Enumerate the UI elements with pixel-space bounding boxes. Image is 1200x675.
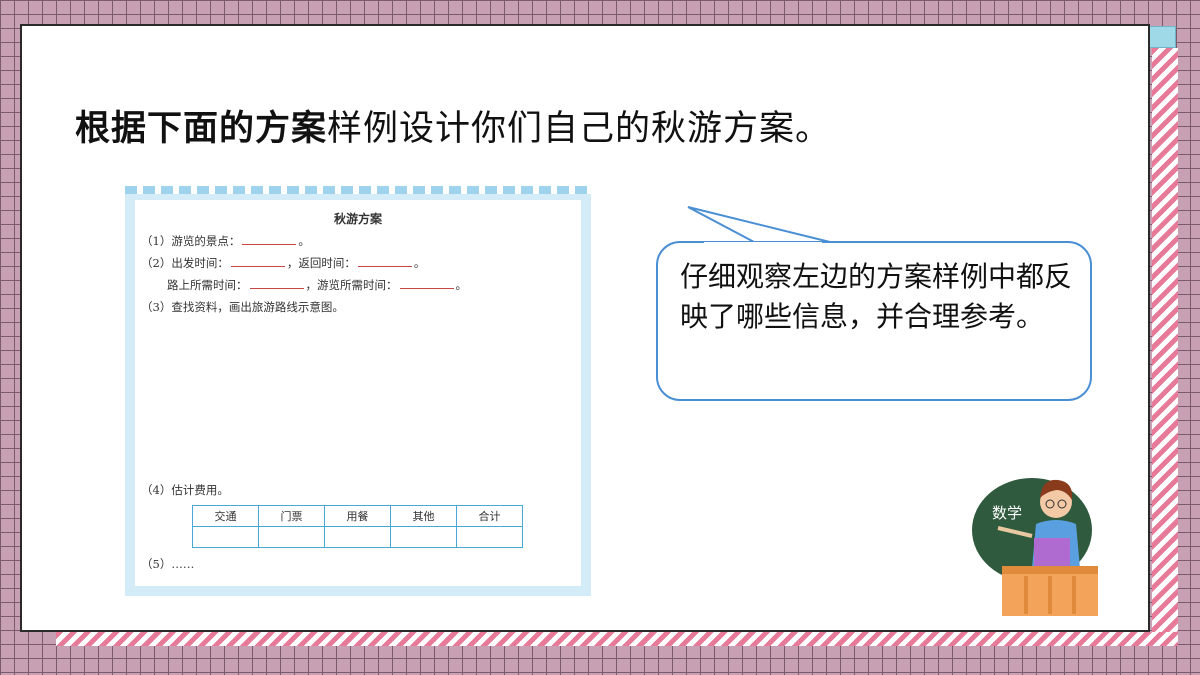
chalkboard-text: 数学 [992,504,1022,522]
visit-duration-label: ，游览所需时间： [305,278,398,292]
decorative-stripe-right [1152,48,1178,638]
sample-line-more: （5）…… [141,557,195,571]
sample-line-route: （3）查找资料，画出旅游路线示意图。 [141,300,344,314]
card-torn-edge [125,186,591,194]
cost-empty-cell [456,526,523,548]
cost-header-cell: 用餐 [324,505,391,527]
sample-plan-title: 秋游方案 [333,212,382,226]
cost-empty-cell [258,526,325,548]
decorative-corner-tab [1148,26,1176,48]
blank-field [242,234,297,245]
sample-line-duration: 路上所需时间： ，游览所需时间： 。 [167,277,467,293]
spot-label: （1）游览的景点： [141,234,241,248]
cost-empty-cell [390,526,457,548]
cost-header-cell: 其他 [390,505,457,527]
sample-plan-card: 秋游方案 （1）游览的景点： 。 （2）出发时间： ，返回时间： 。 路上所需时间： ，… [125,186,591,596]
cost-table-header-row: 交通 门票 用餐 其他 合计 [192,505,523,527]
cost-header-cell: 交通 [192,505,259,527]
return-label: ，返回时间： [286,256,356,270]
decorative-stripe-bottom [56,632,1178,646]
depart-label: （2）出发时间： [141,256,229,270]
cost-table-empty-row [192,526,523,548]
teacher-illustration: 数学 [972,478,1098,616]
blank-field [249,278,304,289]
cost-header-cell: 门票 [258,505,325,527]
duration-end: 。 [455,278,468,292]
time-end: 。 [413,256,426,270]
blank-field [357,256,412,267]
speech-bubble-tail-cover [704,242,822,244]
travel-duration-label: 路上所需时间： [167,278,248,292]
spot-end: 。 [298,234,310,248]
blank-field [230,256,285,267]
cost-empty-cell [324,526,391,548]
sample-line-time: （2）出发时间： ，返回时间： 。 [141,255,425,271]
page-title-rest: 样例设计你们自己的秋游方案。 [327,109,832,149]
sample-line-cost: （4）估计费用。 [141,483,229,497]
sample-plan-sheet: 秋游方案 （1）游览的景点： 。 （2）出发时间： ，返回时间： 。 路上所需时间： ，… [135,200,581,586]
purple-book [1034,538,1070,566]
cost-header-cell: 合计 [456,505,523,527]
cost-table: 交通 门票 用餐 其他 合计 [192,505,523,548]
sample-line-spot: （1）游览的景点： 。 [141,233,310,249]
blank-field [399,278,454,289]
page-title-bold: 根据下面的方案 [75,109,328,149]
cost-empty-cell [192,526,259,548]
page-title: 根据下面的方案样例设计你们自己的秋游方案。 [75,100,831,151]
desk-top [1002,566,1098,574]
